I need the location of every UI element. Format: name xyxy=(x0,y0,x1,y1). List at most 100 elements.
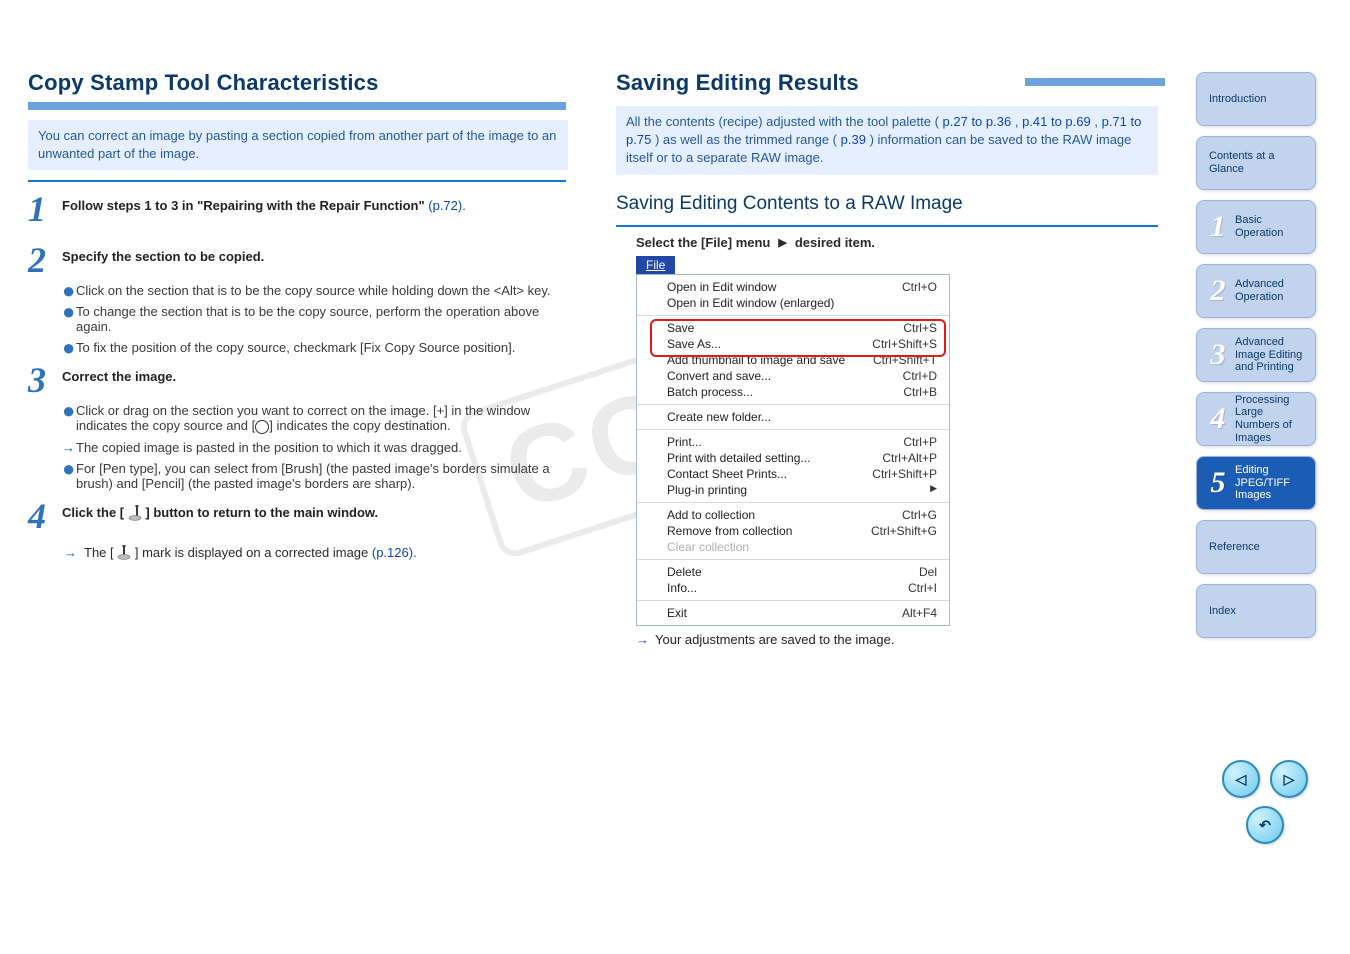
menu-item-label: Print... xyxy=(667,435,903,449)
tab-label: Editing JPEG/TIFF Images xyxy=(1235,464,1307,502)
menu-item[interactable]: Plug-in printing xyxy=(637,482,949,498)
xref-p41-p69[interactable]: p.41 to p.69 xyxy=(1022,114,1091,129)
step-3-head: Correct the image. xyxy=(62,369,176,384)
menu-item[interactable]: Convert and save...Ctrl+D xyxy=(637,368,949,384)
menu-item-shortcut: Ctrl+B xyxy=(903,385,937,399)
tab-number: 3 xyxy=(1205,338,1231,373)
step-2-number: 2 xyxy=(28,243,62,277)
step-2-bullet-3: To fix the position of the copy source, … xyxy=(76,340,515,355)
menu-item-shortcut: Ctrl+P xyxy=(903,435,937,449)
menu-item-label: Open in Edit window (enlarged) xyxy=(667,296,937,310)
step-2-head: Specify the section to be copied. xyxy=(62,249,264,264)
menu-item-shortcut: Del xyxy=(919,565,937,579)
menu-item[interactable]: SaveCtrl+S xyxy=(637,320,949,336)
menu-item-shortcut: Ctrl+Shift+S xyxy=(872,337,937,351)
title-rule-left xyxy=(28,102,566,110)
sidebar-tab[interactable]: Contents at a Glance xyxy=(1196,136,1316,190)
menu-item-shortcut: Ctrl+S xyxy=(903,321,937,335)
menu-item-shortcut: Ctrl+Shift+G xyxy=(871,524,937,538)
nav-back-button[interactable]: ↶ xyxy=(1246,806,1284,844)
xref-p39[interactable]: p.39 xyxy=(841,132,866,147)
menu-item-label: Create new folder... xyxy=(667,410,937,424)
menu-item-label: Delete xyxy=(667,565,919,579)
step-4-page-ref[interactable]: (p.126). xyxy=(372,545,417,560)
right-intro-box: All the contents (recipe) adjusted with … xyxy=(616,106,1158,175)
step-3-bullet-1: Click or drag on the section you want to… xyxy=(76,403,566,434)
step-2-bullet-2: To change the section that is to be the … xyxy=(76,304,566,334)
step-1-head: Follow steps 1 to 3 in "Repairing with t… xyxy=(62,198,425,213)
bullet-dot-icon: ● xyxy=(62,463,76,475)
triangle-icon: ▶ xyxy=(778,236,786,249)
menu-item-label: Info... xyxy=(667,581,908,595)
menu-item[interactable]: Save As...Ctrl+Shift+S xyxy=(637,336,949,352)
menu-item[interactable]: Remove from collectionCtrl+Shift+G xyxy=(637,523,949,539)
menu-item-shortcut: Ctrl+G xyxy=(902,508,937,522)
menu-item-shortcut: Ctrl+D xyxy=(903,369,937,383)
sidebar-tab[interactable]: Reference xyxy=(1196,520,1316,574)
menu-item-label: Add to collection xyxy=(667,508,902,522)
tab-number: 5 xyxy=(1205,466,1231,501)
menu-instruction-left: Select the [File] menu xyxy=(636,235,770,250)
sidebar-tab[interactable]: Introduction xyxy=(1196,72,1316,126)
step-3-result: The copied image is pasted in the positi… xyxy=(76,440,462,455)
ring-icon xyxy=(255,420,269,434)
stamp-icon xyxy=(117,545,131,561)
menu-item-shortcut: Ctrl+Alt+P xyxy=(882,451,937,465)
tab-label: Advanced Image Editing and Printing xyxy=(1235,336,1307,374)
menu-item[interactable]: Create new folder... xyxy=(637,409,949,425)
thin-rule-right xyxy=(616,225,1158,227)
file-menu-label[interactable]: File xyxy=(636,256,675,274)
tab-label: Basic Operation xyxy=(1235,214,1307,239)
title-rule-right-short xyxy=(1025,78,1165,86)
menu-item-shortcut: Ctrl+O xyxy=(902,280,937,294)
step-4-head: Click the [ ] button to return to the ma… xyxy=(62,505,378,520)
menu-item[interactable]: DeleteDel xyxy=(637,564,949,580)
menu-item-label: Open in Edit window xyxy=(667,280,902,294)
menu-item[interactable]: Add to collectionCtrl+G xyxy=(637,507,949,523)
sidebar-tab[interactable]: 5Editing JPEG/TIFF Images xyxy=(1196,456,1316,510)
step-1-page-ref[interactable]: (p.72). xyxy=(428,198,466,213)
menu-item[interactable]: Open in Edit window (enlarged) xyxy=(637,295,949,311)
menu-item-label: Save xyxy=(667,321,903,335)
menu-item-label: Print with detailed setting... xyxy=(667,451,882,465)
tab-number: 4 xyxy=(1205,402,1231,437)
menu-item[interactable]: ExitAlt+F4 xyxy=(637,605,949,621)
nav-prev-button[interactable]: ◁ xyxy=(1222,760,1260,798)
menu-item-label: Clear collection xyxy=(667,540,937,554)
sidebar-tab[interactable]: Index xyxy=(1196,584,1316,638)
file-menu: Open in Edit windowCtrl+OOpen in Edit wi… xyxy=(636,274,950,626)
arrow-bullet-icon: → xyxy=(62,440,76,455)
menu-item[interactable]: Add thumbnail to image and saveCtrl+Shif… xyxy=(637,352,949,368)
right-subsection-title: Saving Editing Contents to a RAW Image xyxy=(616,193,1158,215)
arrow-icon: → xyxy=(636,632,649,647)
left-section-title: Copy Stamp Tool Characteristics xyxy=(28,70,566,96)
arrow-bullet-icon: → xyxy=(64,545,78,560)
sidebar-tab[interactable]: 3Advanced Image Editing and Printing xyxy=(1196,328,1316,382)
sidebar-tab[interactable]: 2Advanced Operation xyxy=(1196,264,1316,318)
step-2-bullet-1: Click on the section that is to be the c… xyxy=(76,283,551,298)
tab-label: Contents at a Glance xyxy=(1209,150,1307,175)
tab-label: Reference xyxy=(1209,541,1307,554)
step-4-number: 4 xyxy=(28,499,62,533)
menu-item-shortcut: Ctrl+Shift+T xyxy=(873,353,937,367)
menu-item-label: Add thumbnail to image and save xyxy=(667,353,873,367)
xref-p27-p36[interactable]: p.27 to p.36 xyxy=(943,114,1012,129)
menu-item[interactable]: Contact Sheet Prints...Ctrl+Shift+P xyxy=(637,466,949,482)
tab-number: 2 xyxy=(1205,274,1231,309)
menu-item[interactable]: Print...Ctrl+P xyxy=(637,434,949,450)
sidebar-tab[interactable]: 4Processing Large Numbers of Images xyxy=(1196,392,1316,446)
step-1-number: 1 xyxy=(28,192,62,226)
nav-next-button[interactable]: ▷ xyxy=(1270,760,1308,798)
thin-rule-left xyxy=(28,180,566,182)
menu-item[interactable]: Batch process...Ctrl+B xyxy=(637,384,949,400)
tab-label: Introduction xyxy=(1209,93,1307,106)
menu-item: Clear collection xyxy=(637,539,949,555)
step-4-result: The [ ] mark is displayed on a corrected… xyxy=(84,545,417,562)
menu-item[interactable]: Info...Ctrl+I xyxy=(637,580,949,596)
bullet-dot-icon: ● xyxy=(62,405,76,417)
menu-item[interactable]: Print with detailed setting...Ctrl+Alt+P xyxy=(637,450,949,466)
menu-item-label: Remove from collection xyxy=(667,524,871,538)
sidebar-tab[interactable]: 1Basic Operation xyxy=(1196,200,1316,254)
menu-item[interactable]: Open in Edit windowCtrl+O xyxy=(637,279,949,295)
tab-label: Advanced Operation xyxy=(1235,278,1307,303)
